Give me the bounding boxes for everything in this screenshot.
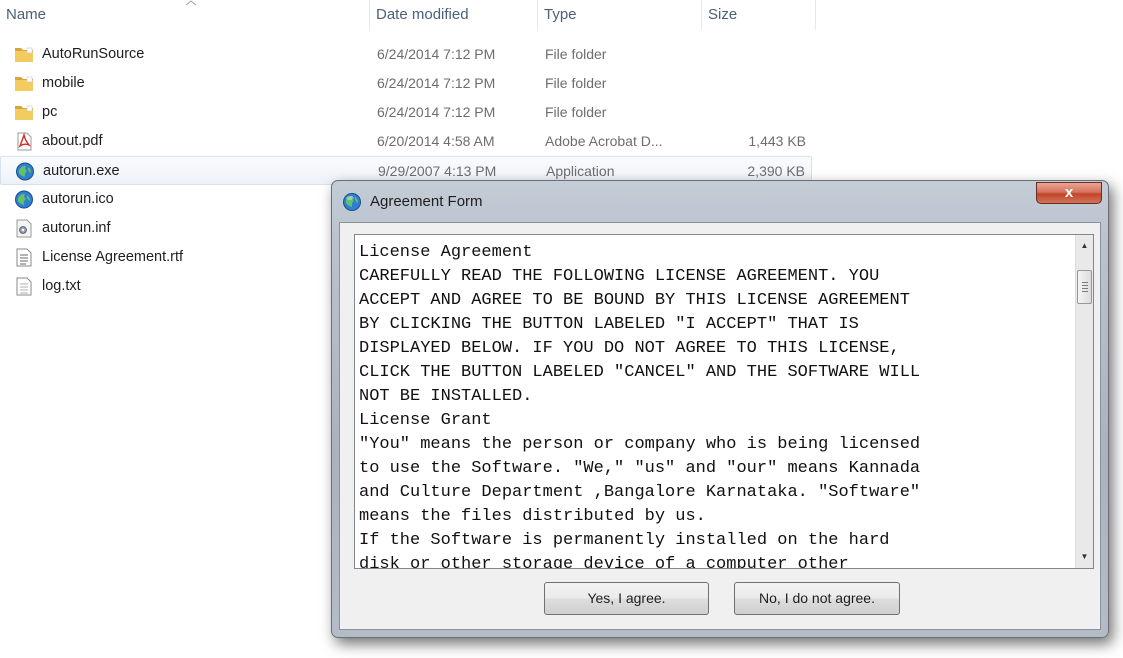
license-line: and Culture Department ,Bangalore Karnat… — [359, 483, 921, 502]
file-name: autorun.exe — [43, 163, 120, 179]
license-line: DISPLAYED BELOW. IF YOU DO NOT AGREE TO … — [359, 339, 900, 358]
license-line: means the files distributed by us. — [359, 507, 706, 526]
file-row[interactable]: mobile 6/24/2014 7:12 PM File folder — [0, 69, 812, 98]
column-header-type[interactable]: Type — [538, 0, 702, 30]
file-row[interactable]: pc 6/24/2014 7:12 PM File folder — [0, 98, 812, 127]
application-icon — [14, 190, 34, 209]
license-line: License Grant — [359, 411, 492, 430]
close-button[interactable]: x — [1036, 182, 1102, 204]
file-size: 1,443 KB — [748, 133, 806, 149]
license-line: License Agreement — [359, 243, 533, 262]
scroll-down-arrow-icon[interactable]: ▼ — [1076, 548, 1093, 566]
close-icon: x — [1064, 184, 1074, 201]
file-date-modified: 6/20/2014 4:58 AM — [377, 133, 495, 149]
file-type: File folder — [545, 46, 607, 62]
license-textbox[interactable]: License Agreement CAREFULLY READ THE FOLL… — [354, 234, 1094, 569]
file-row[interactable]: AutoRunSource 6/24/2014 7:12 PM File folde… — [0, 40, 812, 69]
license-text: License Agreement CAREFULLY READ THE FOLL… — [359, 241, 1069, 569]
dialog-titlebar[interactable]: Agreement Form x — [332, 181, 1108, 223]
vertical-scrollbar[interactable]: ▲ ▼ — [1075, 235, 1093, 568]
file-row[interactable]: about.pdf 6/20/2014 4:58 AM Adobe Acrobat … — [0, 127, 812, 156]
agree-button[interactable]: Yes, I agree. — [544, 582, 709, 615]
file-name: pc — [42, 104, 58, 120]
file-name: autorun.ico — [42, 191, 114, 207]
file-type: Adobe Acrobat D... — [545, 133, 663, 149]
agreement-dialog: Agreement Form x License Agreement CAREFU… — [331, 180, 1109, 638]
license-line: to use the Software. "We," "us" and "our… — [359, 459, 921, 478]
text-file-icon — [14, 277, 34, 296]
application-icon — [15, 162, 35, 181]
column-header-date[interactable]: Date modified — [370, 0, 538, 30]
column-header-bar: Name Date modified Type Size — [0, 0, 820, 30]
folder-icon — [14, 45, 34, 64]
license-line: disk or other storage device of a comput… — [359, 555, 849, 569]
license-line: If the Software is permanently installed… — [359, 531, 890, 550]
settings-file-icon — [14, 219, 34, 238]
license-line: ACCEPT AND AGREE TO BE BOUND BY THIS LIC… — [359, 291, 910, 310]
scroll-thumb[interactable] — [1077, 269, 1092, 304]
file-name: mobile — [42, 75, 85, 91]
file-name: about.pdf — [42, 133, 103, 149]
disagree-button[interactable]: No, I do not agree. — [734, 582, 900, 615]
file-date-modified: 6/24/2014 7:12 PM — [377, 46, 496, 62]
license-line: CLICK THE BUTTON LABELED "CANCEL" AND TH… — [359, 363, 921, 382]
folder-icon — [14, 74, 34, 93]
file-type: File folder — [545, 104, 607, 120]
grip-icon — [1082, 281, 1088, 292]
license-line: NOT BE INSTALLED. — [359, 387, 533, 406]
license-line: BY CLICKING THE BUTTON LABELED "I ACCEPT… — [359, 315, 859, 334]
file-name: autorun.inf — [42, 220, 111, 236]
file-date-modified: 6/24/2014 7:12 PM — [377, 75, 496, 91]
dialog-title: Agreement Form — [370, 193, 483, 210]
file-date-modified: 6/24/2014 7:12 PM — [377, 104, 496, 120]
folder-icon — [14, 103, 34, 122]
sort-arrow-icon — [185, 0, 197, 6]
file-name: License Agreement.rtf — [42, 249, 184, 265]
application-icon — [343, 193, 361, 211]
scroll-up-arrow-icon[interactable]: ▲ — [1076, 237, 1093, 255]
dialog-body: License Agreement CAREFULLY READ THE FOLL… — [339, 222, 1101, 630]
column-header-size[interactable]: Size — [702, 0, 816, 30]
file-name: log.txt — [42, 278, 81, 294]
rtf-document-icon — [14, 248, 34, 267]
file-name: AutoRunSource — [42, 46, 145, 62]
pdf-icon — [14, 132, 34, 151]
license-line: CAREFULLY READ THE FOLLOWING LICENSE AGR… — [359, 267, 880, 286]
license-line: "You" means the person or company who is… — [359, 435, 921, 454]
file-type: File folder — [545, 75, 607, 91]
